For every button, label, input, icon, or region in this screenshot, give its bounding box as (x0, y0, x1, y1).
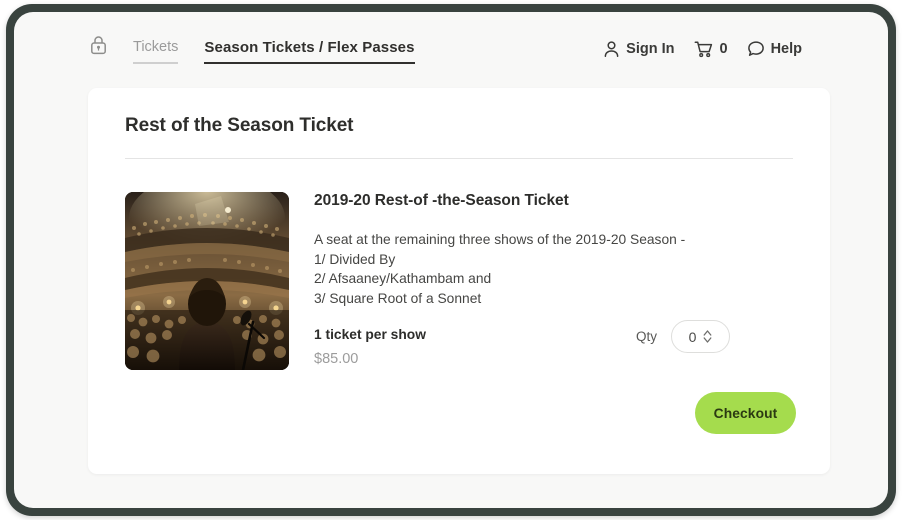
description-line: A seat at the remaining three shows of t… (314, 232, 686, 247)
page-title: Rest of the Season Ticket (125, 115, 354, 136)
quantity-stepper[interactable]: 0 (671, 320, 731, 353)
sign-in-button[interactable]: Sign In (603, 40, 675, 58)
help-button[interactable]: Help (747, 40, 802, 58)
cart-button[interactable]: 0 (694, 40, 728, 58)
device-frame: Tickets Season Tickets / Flex Passes Sig… (6, 4, 896, 516)
speech-bubble-icon (747, 40, 765, 58)
user-icon (603, 40, 620, 58)
stage-audience-illustration (125, 192, 289, 370)
top-navigation-bar: Tickets Season Tickets / Flex Passes Sig… (14, 12, 888, 86)
chevron-up-down-icon[interactable] (703, 329, 712, 344)
checkout-button[interactable]: Checkout (695, 392, 796, 434)
product-thumbnail[interactable] (125, 192, 289, 370)
shopping-cart-icon (694, 40, 714, 58)
nav-right-group: Sign In 0 Help (603, 40, 802, 58)
page-surface: Tickets Season Tickets / Flex Passes Sig… (14, 12, 888, 508)
tab-season-tickets-flex-passes[interactable]: Season Tickets / Flex Passes (204, 40, 415, 64)
product-description: A seat at the remaining three shows of t… (314, 230, 792, 308)
tab-tickets[interactable]: Tickets (133, 40, 179, 64)
description-line: 3/ Square Root of a Sonnet (314, 290, 482, 306)
padlock-icon (90, 35, 107, 60)
cart-count: 0 (719, 41, 728, 57)
quantity-label: Qty (636, 329, 658, 344)
quantity-control: Qty 0 (636, 320, 731, 353)
product-price: $85.00 (314, 351, 359, 367)
description-line: 2/ Afsaaney/Kathambam and (314, 271, 492, 286)
season-ticket-card: Rest of the Season Ticket 2019-20 Rest-o… (88, 88, 830, 474)
title-divider (125, 158, 793, 159)
quantity-value[interactable]: 0 (689, 329, 697, 345)
help-label: Help (770, 41, 802, 57)
product-title: 2019-20 Rest-of -the-Season Ticket (314, 192, 569, 209)
sign-in-label: Sign In (626, 41, 675, 57)
description-line: 1/ Divided By (314, 251, 396, 267)
nav-left-group: Tickets Season Tickets / Flex Passes (90, 35, 415, 64)
